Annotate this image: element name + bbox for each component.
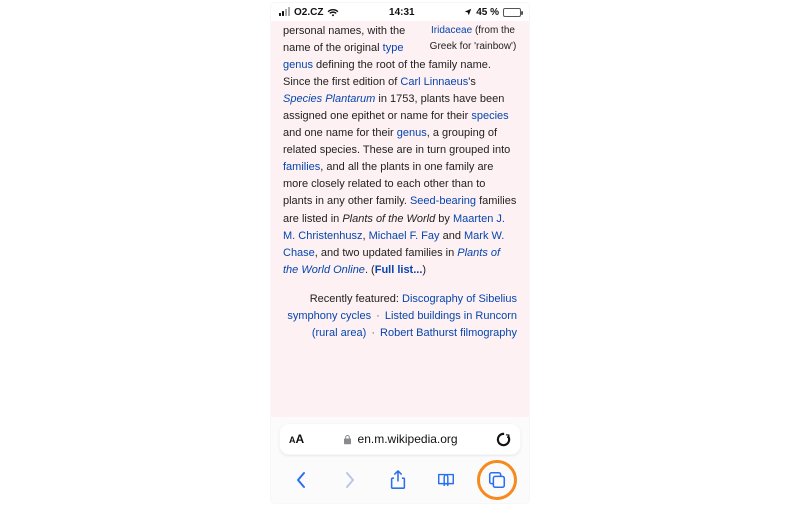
url-domain: en.m.wikipedia.org [356, 432, 458, 446]
share-button[interactable] [380, 462, 416, 498]
page-content[interactable]: Iridaceae (from the Greek for 'rainbow')… [271, 21, 529, 417]
reload-button[interactable] [496, 432, 511, 447]
carrier-label: O2.CZ [294, 7, 323, 18]
battery-icon [503, 8, 521, 17]
status-right: 45 % [464, 7, 521, 18]
link-carl-linnaeus[interactable]: Carl Linnaeus [400, 76, 468, 88]
bookmarks-button[interactable] [428, 462, 464, 498]
link-recent-3[interactable]: Robert Bathurst filmography [380, 327, 517, 339]
text-fragment: and one name for their [283, 127, 397, 139]
separator-dot: · [371, 310, 385, 322]
text-fragment: 's [468, 76, 476, 88]
separator-dot: · [366, 327, 380, 339]
recently-featured: Recently featured: Discography of Sibeli… [283, 291, 517, 342]
status-left: O2.CZ [279, 7, 339, 18]
cellular-signal-icon [279, 8, 290, 16]
text-fragment: . ( [365, 264, 375, 276]
text-fragment: and [440, 230, 464, 242]
tabs-button[interactable] [481, 464, 513, 496]
image-caption: Iridaceae (from the Greek for 'rainbow') [429, 23, 517, 54]
forward-button[interactable] [332, 462, 368, 498]
text-plants-of-the-world: Plants of the World [342, 213, 435, 225]
status-bar: O2.CZ 14:31 45 % [271, 3, 529, 21]
tabs-button-highlight [477, 460, 517, 500]
link-families[interactable]: families [283, 161, 320, 173]
battery-percent: 45 % [476, 7, 499, 18]
link-full-list[interactable]: Full list... [375, 264, 423, 276]
link-seed-bearing[interactable]: Seed-bearing [410, 195, 476, 207]
phone-frame: O2.CZ 14:31 45 % Iridaceae (from the Gre… [271, 3, 529, 503]
back-button[interactable] [283, 462, 319, 498]
browser-toolbar [271, 459, 529, 503]
link-species[interactable]: species [471, 110, 508, 122]
address-bar-container: AA en.m.wikipedia.org [271, 417, 529, 459]
location-icon [464, 8, 472, 16]
lock-icon [343, 434, 352, 445]
caption-link-iridaceae[interactable]: Iridaceae [431, 25, 472, 36]
text-fragment: ) [422, 264, 426, 276]
link-fay[interactable]: Michael F. Fay [369, 230, 440, 242]
recent-label: Recently featured: [310, 293, 402, 305]
link-genus[interactable]: genus [397, 127, 427, 139]
wifi-icon [327, 8, 339, 17]
text-fragment: by [435, 213, 453, 225]
text-size-button[interactable]: AA [289, 432, 304, 446]
text-fragment: , and two updated families in [315, 247, 457, 259]
link-species-plantarum[interactable]: Species Plantarum [283, 93, 375, 105]
article-paragraph: personal names, with the name of the ori… [283, 23, 517, 279]
clock: 14:31 [389, 7, 415, 18]
address-bar[interactable]: AA en.m.wikipedia.org [279, 423, 521, 455]
